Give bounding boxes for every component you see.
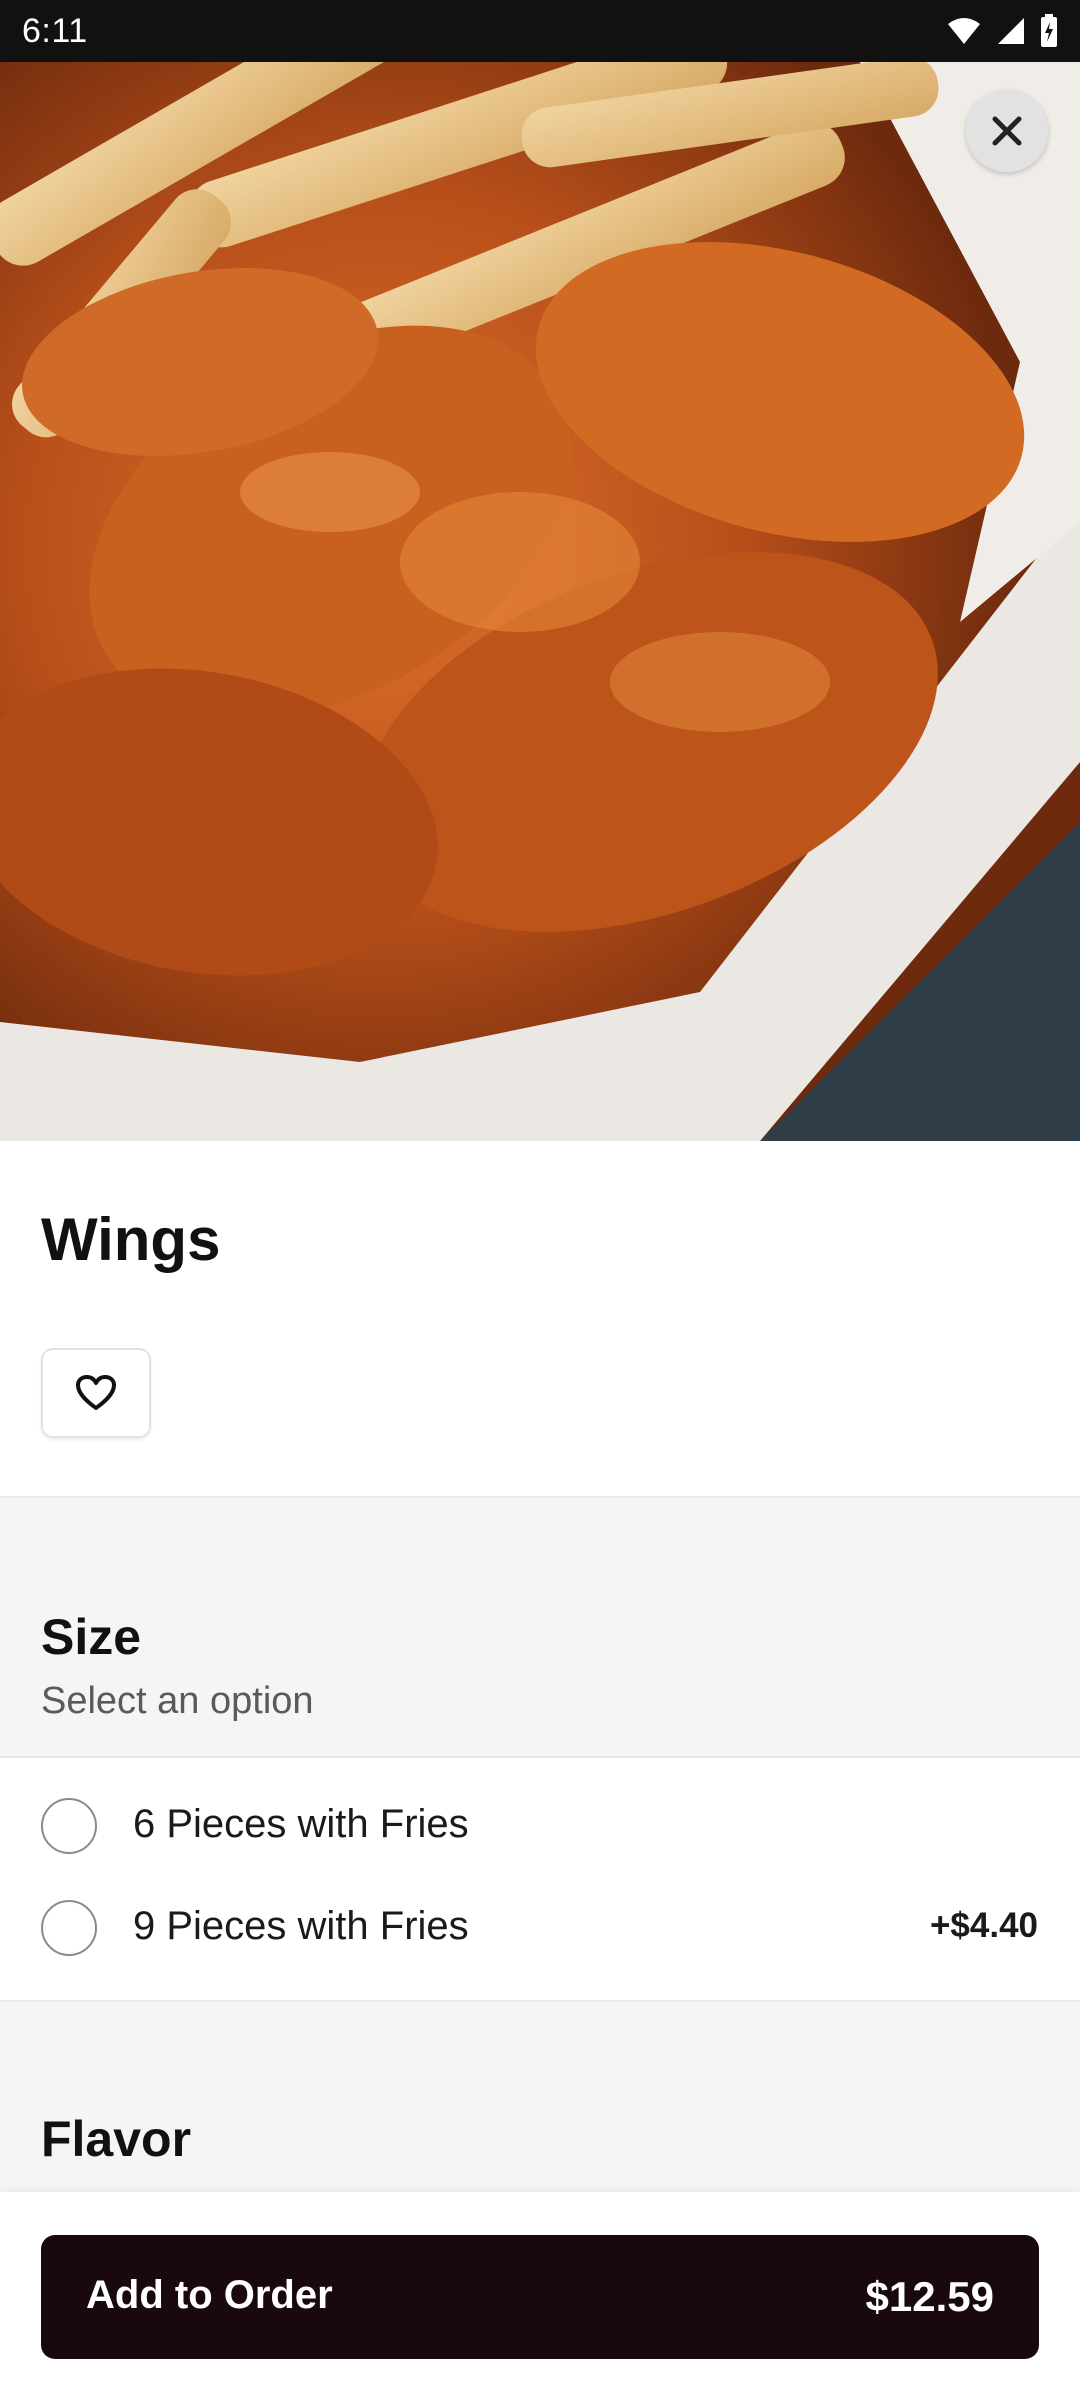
add-to-order-button[interactable]: Add to Order $12.59 [41, 2235, 1039, 2359]
close-icon [992, 116, 1022, 146]
size-section-subtitle: Select an option [41, 1680, 314, 1722]
option-label: 9 Pieces with Fries [133, 1904, 469, 1948]
radio-button[interactable] [41, 1798, 97, 1854]
bottom-action-bar: Add to Order $12.59 [0, 2192, 1080, 2400]
order-total-price: $12.59 [865, 2273, 994, 2320]
size-option-9-pieces[interactable]: 9 Pieces with Fries +$4.40 [0, 1880, 1080, 1980]
status-time: 6:11 [22, 12, 88, 50]
option-price: +$4.40 [929, 1906, 1038, 1945]
status-icons [946, 14, 1058, 48]
battery-icon [1041, 14, 1057, 47]
favorite-button[interactable] [41, 1348, 151, 1438]
wings-photo [0, 62, 1080, 1141]
radio-button[interactable] [41, 1900, 97, 1956]
signal-icon [998, 18, 1024, 44]
wifi-icon [948, 18, 980, 44]
size-section-header: Size Select an option [0, 1496, 1080, 1758]
item-image [0, 62, 1080, 1141]
heart-icon [76, 1375, 116, 1410]
close-button[interactable] [966, 90, 1048, 172]
size-section-title: Size [41, 1609, 142, 1665]
item-title: Wings [41, 1206, 221, 1273]
flavor-section-title: Flavor [41, 2111, 192, 2167]
add-to-order-label: Add to Order [86, 2273, 333, 2317]
status-bar: 6:11 [0, 0, 1080, 62]
size-option-6-pieces[interactable]: 6 Pieces with Fries [0, 1778, 1080, 1878]
option-label: 6 Pieces with Fries [133, 1802, 469, 1846]
